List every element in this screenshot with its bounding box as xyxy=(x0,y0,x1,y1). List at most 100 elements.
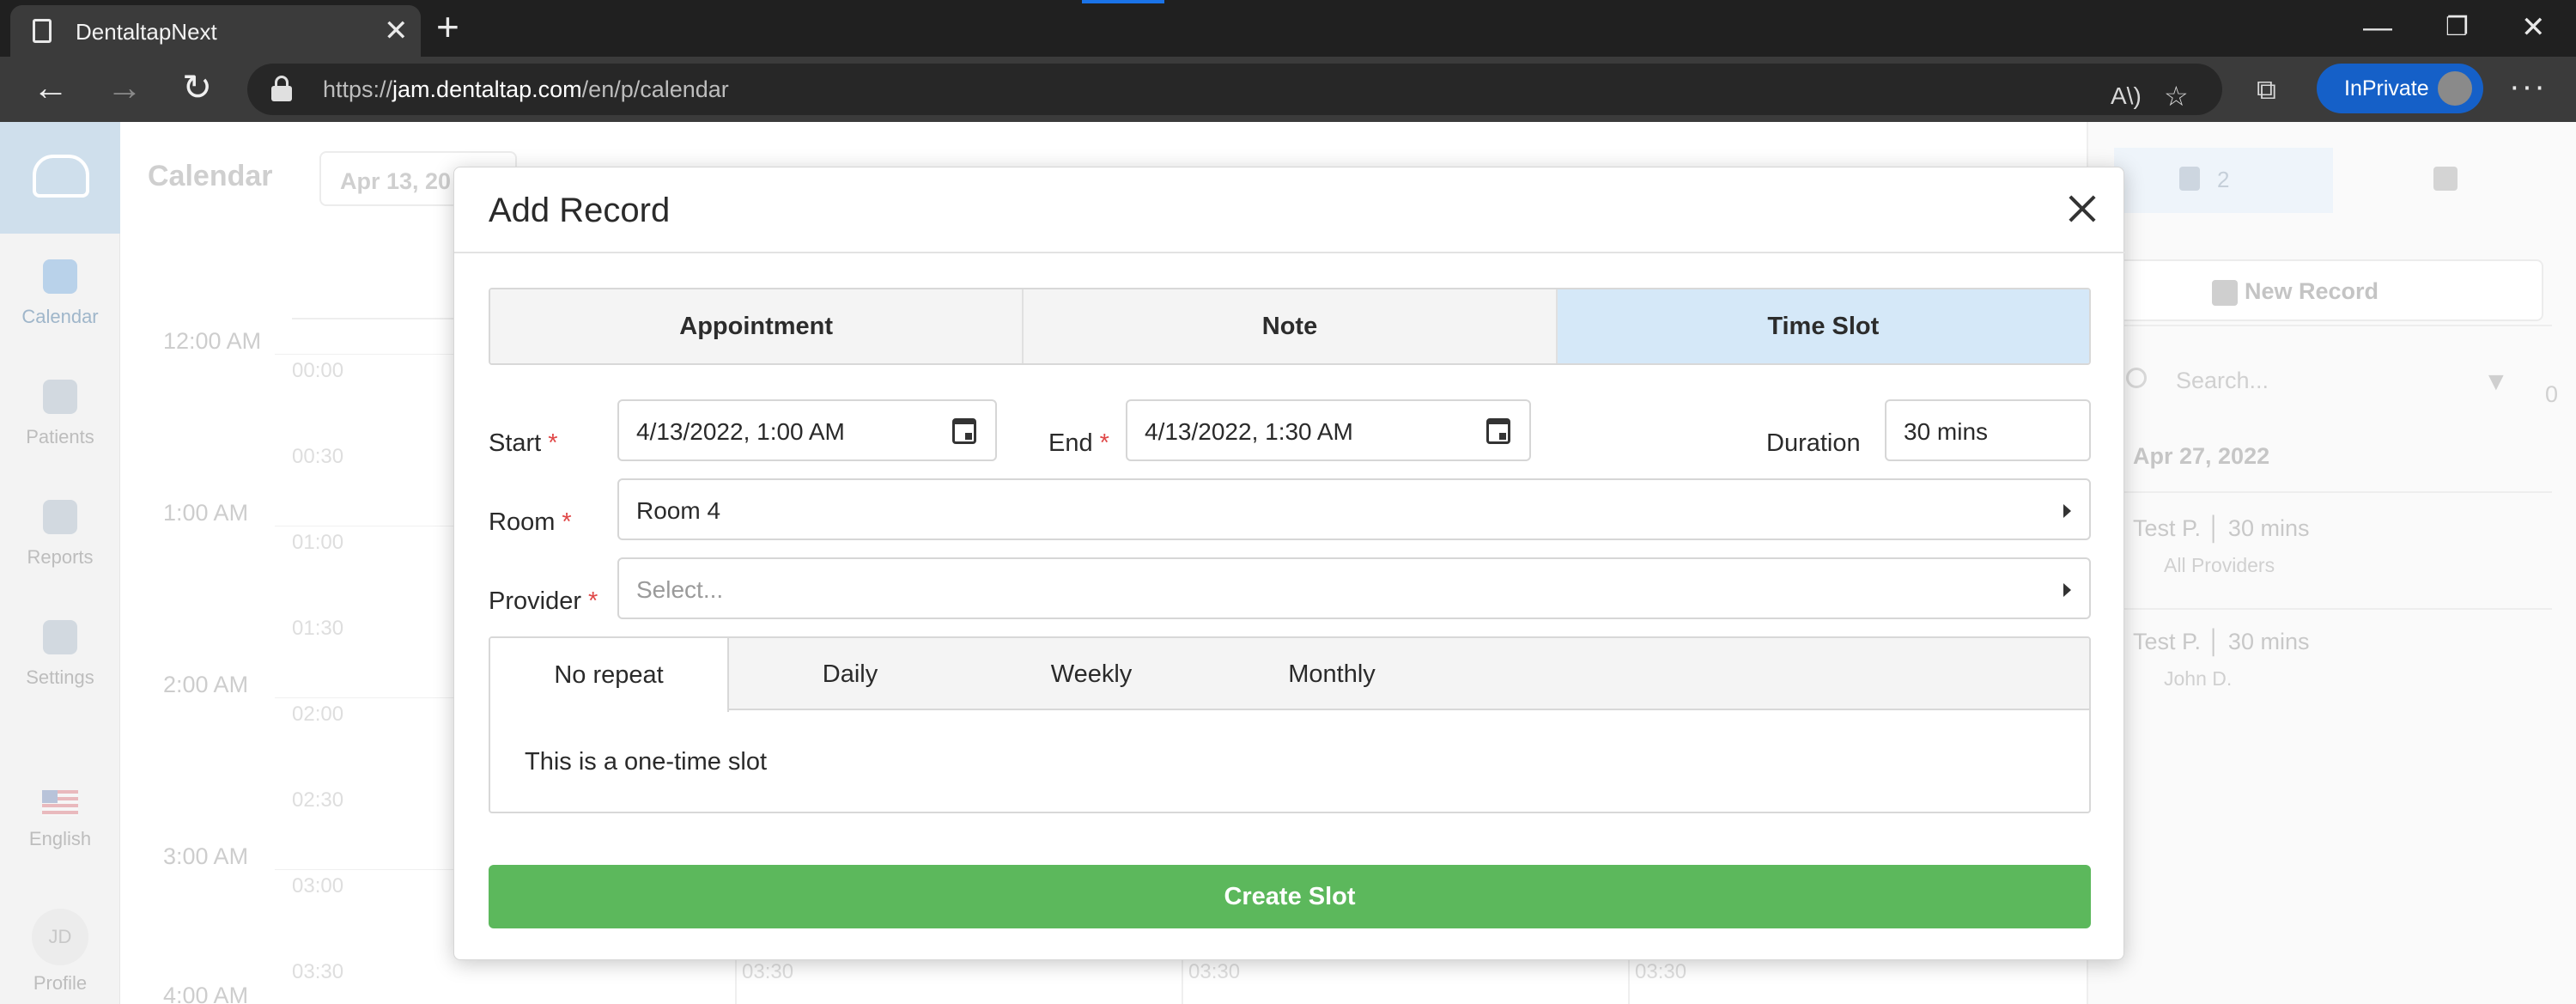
create-slot-button[interactable]: Create Slot xyxy=(489,865,2091,928)
hour-label: 1:00 AM xyxy=(163,500,249,526)
new-tab-plus-icon[interactable]: + xyxy=(436,5,459,48)
nav-item-language[interactable]: English xyxy=(0,790,120,850)
address-bar[interactable]: https://jam.dentaltap.com/en/p/calendar … xyxy=(247,64,2222,115)
divider xyxy=(2114,325,2552,326)
nav-item-profile[interactable]: JD Profile xyxy=(0,909,120,995)
nav-item-calendar[interactable]: Calendar xyxy=(0,259,120,328)
slot-label: 00:00 xyxy=(292,359,344,382)
room-value: Room 4 xyxy=(636,497,721,524)
hour-label: 3:00 AM xyxy=(163,843,249,869)
left-nav: Calendar Patients Reports Settings Engli… xyxy=(0,122,120,1004)
hour-label: 4:00 AM xyxy=(163,983,249,1004)
modal-header: Add Record xyxy=(454,167,2125,253)
close-icon[interactable] xyxy=(2058,185,2106,233)
provider-label: Provider * xyxy=(489,587,598,615)
end-datetime-field[interactable]: 4/13/2022, 1:30 AM xyxy=(1126,399,1531,461)
repeat-options: No repeat Daily Weekly Monthly This is a… xyxy=(489,636,2091,813)
back-arrow-icon[interactable]: ← xyxy=(33,64,69,112)
tooth-logo-icon xyxy=(33,155,89,198)
divider xyxy=(2114,608,2552,610)
add-record-modal: Add Record Appointment Note Time Slot St… xyxy=(453,167,2125,960)
tab-close-icon[interactable]: ✕ xyxy=(384,14,409,48)
duration-field[interactable]: 30 mins xyxy=(1885,399,2091,461)
reports-icon xyxy=(43,500,77,534)
list-item[interactable]: Test P. │ 30 mins John D. xyxy=(2133,629,2545,691)
tab-records[interactable]: 2 xyxy=(2114,148,2333,213)
new-record-label: New Record xyxy=(2245,278,2379,304)
new-record-button[interactable]: New Record xyxy=(2114,259,2543,321)
refresh-icon[interactable]: ↻ xyxy=(182,64,212,112)
slot-label: 03:30 xyxy=(1635,960,1687,983)
nav-item-settings[interactable]: Settings xyxy=(0,620,120,689)
filter-button[interactable]: ▼ 0 xyxy=(2483,368,2558,407)
window-close-icon[interactable]: ✕ xyxy=(2521,9,2546,46)
slot-label: 02:00 xyxy=(292,703,344,726)
read-aloud-icon[interactable]: A\) xyxy=(2111,79,2142,113)
tab-strip-accent xyxy=(1082,0,1164,3)
search-placeholder: Search... xyxy=(2176,368,2269,393)
app-logo[interactable] xyxy=(0,122,120,234)
forward-arrow-icon[interactable]: → xyxy=(106,64,143,112)
url-text[interactable]: https://jam.dentaltap.com/en/p/calendar xyxy=(323,76,729,103)
date-chip-label: Apr 13, 20 xyxy=(340,168,452,194)
hour-label: 2:00 AM xyxy=(163,672,249,697)
tab-monthly[interactable]: Monthly xyxy=(1212,638,1452,710)
minimize-icon[interactable]: — xyxy=(2363,9,2392,46)
caret-right-icon xyxy=(2063,583,2071,597)
us-flag-icon xyxy=(42,790,78,816)
restore-icon[interactable]: ❐ xyxy=(2445,9,2469,46)
record-title: Test P. │ 30 mins xyxy=(2133,629,2310,654)
right-panel-tabs: 2 xyxy=(2114,148,2552,213)
calendar-picker-icon[interactable] xyxy=(1486,418,1510,444)
tab-note[interactable]: Note xyxy=(1022,289,1556,363)
slot-label: 00:30 xyxy=(292,445,344,468)
start-datetime-field[interactable]: 4/13/2022, 1:00 AM xyxy=(617,399,997,461)
nav-item-reports[interactable]: Reports xyxy=(0,500,120,569)
room-label: Room * xyxy=(489,508,572,536)
records-count: 2 xyxy=(2217,167,2230,192)
end-label: End * xyxy=(1048,429,1109,457)
nav-item-patients[interactable]: Patients xyxy=(0,380,120,448)
record-subtitle: John D. xyxy=(2164,667,2233,690)
room-select[interactable]: Room 4 xyxy=(617,478,2091,540)
start-label: Start * xyxy=(489,429,558,457)
nav-label-reports: Reports xyxy=(27,546,94,568)
browser-toolbar: ← → ↻ https://jam.dentaltap.com/en/p/cal… xyxy=(0,57,2576,122)
search-input[interactable]: Search... ▼ 0 xyxy=(2114,354,2558,409)
record-date-header: Apr 27, 2022 xyxy=(2133,443,2270,469)
start-datetime-value: 4/13/2022, 1:00 AM xyxy=(636,418,845,445)
browser-tab[interactable]: DentaltapNext ✕ xyxy=(10,5,421,57)
right-panel: 2 New Record Search... ▼ 0 Apr 27, 2022 … xyxy=(2087,122,2576,1004)
tab-no-repeat[interactable]: No repeat xyxy=(490,638,729,712)
checkbox-icon xyxy=(2433,167,2458,191)
tab-time-slot[interactable]: Time Slot xyxy=(1555,289,2089,363)
slot-label: 03:30 xyxy=(742,960,794,983)
browser-tab-strip: DentaltapNext ✕ + — ❐ ✕ xyxy=(0,0,2576,57)
page-title: Calendar xyxy=(148,160,273,192)
tab-weekly[interactable]: Weekly xyxy=(971,638,1212,710)
tab-appointment[interactable]: Appointment xyxy=(490,289,1023,363)
filter-count: 0 xyxy=(2545,381,2559,407)
inprivate-badge[interactable]: InPrivate xyxy=(2317,64,2483,113)
slot-label: 03:00 xyxy=(292,874,344,898)
more-options-icon[interactable]: ··· xyxy=(2509,69,2547,106)
calendar-picker-icon[interactable] xyxy=(952,418,976,444)
end-datetime-value: 4/13/2022, 1:30 AM xyxy=(1145,418,1353,445)
modal-title: Add Record xyxy=(489,192,671,229)
record-subtitle: All Providers xyxy=(2164,554,2275,576)
duration-value: 30 mins xyxy=(1904,418,1989,445)
lock-icon xyxy=(271,76,292,101)
nav-label-profile: Profile xyxy=(33,972,88,994)
repeat-tabs: No repeat Daily Weekly Monthly xyxy=(490,638,2089,712)
list-item[interactable]: Test P. │ 30 mins All Providers xyxy=(2133,515,2545,577)
provider-placeholder: Select... xyxy=(636,576,724,603)
inprivate-label: InPrivate xyxy=(2344,76,2429,100)
avatar: JD xyxy=(32,909,88,965)
divider xyxy=(2114,491,2552,493)
favorites-star-icon[interactable]: ☆ xyxy=(2164,79,2189,113)
slot-label: 03:30 xyxy=(292,960,344,983)
provider-select[interactable]: Select... xyxy=(617,557,2091,619)
nav-label-calendar: Calendar xyxy=(21,306,99,327)
collections-icon[interactable]: ⧉ xyxy=(2257,72,2276,106)
tab-daily[interactable]: Daily xyxy=(729,638,971,710)
